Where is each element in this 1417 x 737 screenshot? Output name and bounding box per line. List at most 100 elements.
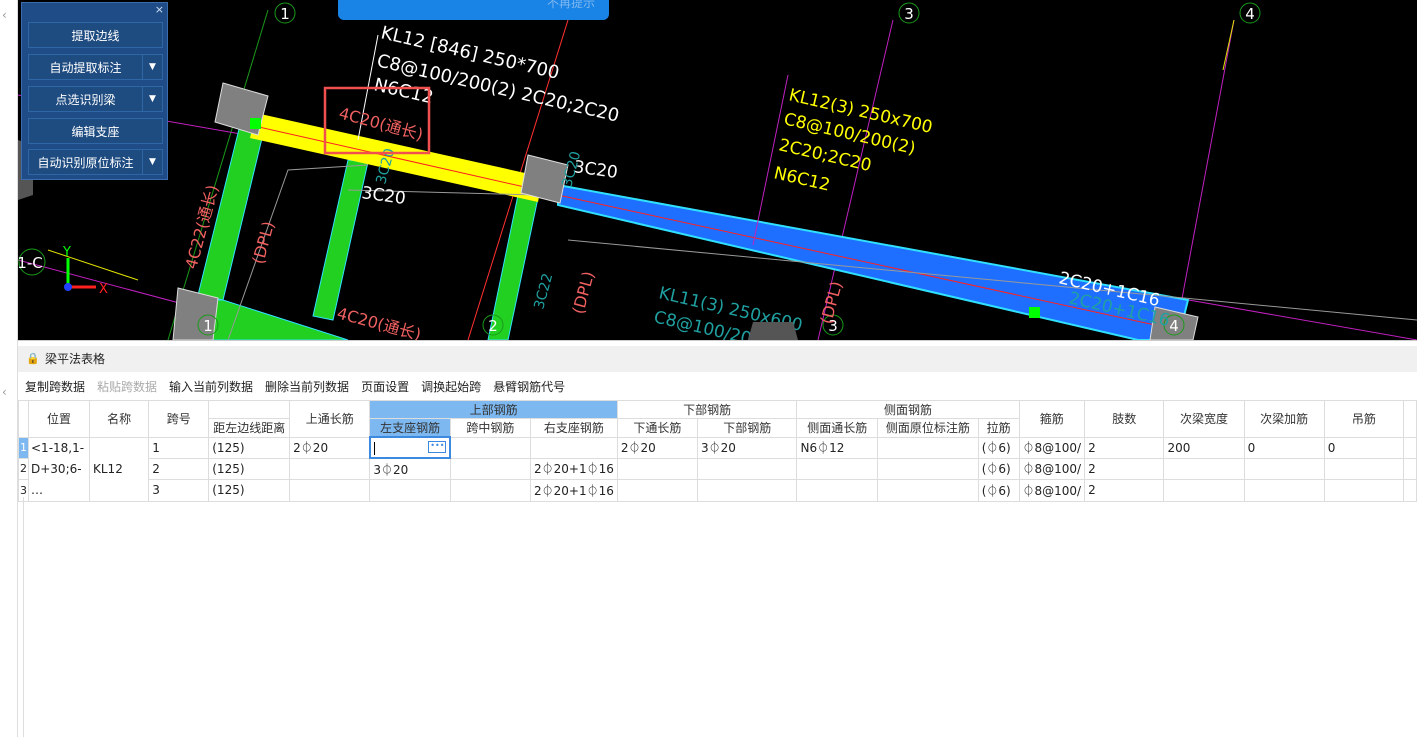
cell-secondary-width[interactable]: 200 [1163, 436, 1245, 459]
cad-drawing-canvas[interactable]: 1 3 4 1 2 3 4 1-C Y X KL12 [846] 250*700… [18, 0, 1417, 340]
axis-label: 4 [1169, 317, 1179, 335]
extract-edge-button[interactable]: 提取边线 [28, 22, 163, 48]
cell-side-orig[interactable] [877, 436, 979, 459]
pick-identify-beam-button[interactable]: 点选识别梁 ▼ [28, 86, 163, 112]
cell-legs[interactable]: 2 [1084, 436, 1165, 459]
cell-dist[interactable]: (125) [208, 457, 291, 481]
cell-top-cont[interactable] [289, 457, 371, 481]
axis-label: 1 [203, 317, 213, 335]
dropdown-arrow-icon[interactable]: ▼ [142, 87, 162, 111]
cell-bottom[interactable] [696, 457, 798, 481]
header-extra [1403, 400, 1417, 438]
cell-secondary-add[interactable] [1243, 479, 1325, 502]
row-number[interactable]: 3 [18, 479, 29, 502]
cell-mid[interactable] [449, 457, 531, 481]
cantilever-code-button[interactable]: 悬臂钢筋代号 [493, 378, 565, 395]
delete-column-data-button[interactable]: 删除当前列数据 [265, 378, 349, 395]
copy-span-data-button[interactable]: 复制跨数据 [25, 378, 85, 395]
cell-secondary-add[interactable]: 0 [1243, 436, 1325, 459]
vertical-scrollbar[interactable] [18, 497, 24, 737]
header-bottom: 下部钢筋 [696, 418, 798, 438]
input-column-data-button[interactable]: 输入当前列数据 [169, 378, 253, 395]
cell-tie[interactable]: (⏀6) [977, 457, 1020, 481]
cell-stirrup[interactable]: ⏀8@100/ [1018, 457, 1086, 481]
cell-bottom[interactable]: 3⏀20 [696, 436, 798, 459]
axis-label: 3 [904, 5, 914, 23]
cell-span[interactable]: 1 [148, 436, 210, 459]
cell-hanger[interactable] [1323, 479, 1405, 502]
paste-span-data-button[interactable]: 粘贴跨数据 [97, 378, 157, 395]
cell-stirrup[interactable]: ⏀8@100/ [1018, 479, 1086, 502]
cell-secondary-width[interactable] [1163, 479, 1245, 502]
cell-dist[interactable]: (125) [208, 436, 291, 459]
cell-secondary-add[interactable] [1243, 457, 1325, 481]
table-row: 1 <1-18,1-D+30;6-… KL12 1 (125) 2⏀20 •••… [18, 435, 1417, 502]
row-number[interactable]: 2 [18, 457, 29, 481]
axis-label: 4 [1245, 5, 1255, 23]
cell-legs[interactable]: 2 [1084, 457, 1165, 481]
table-row: 3 3 (125) 2⏀20+1⏀16 (⏀6) ⏀8@100/ 2 [18, 479, 1417, 502]
left-sidebar-strip: ‹ ‹ [0, 0, 18, 737]
axis-label: 2 [488, 317, 498, 335]
header-left-support: 左支座钢筋 [369, 418, 451, 438]
cell-bottom-cont[interactable] [616, 479, 699, 502]
axis-label: 1-C [18, 254, 43, 272]
cell-legs[interactable]: 2 [1084, 479, 1165, 502]
chevron-left-icon[interactable]: ‹ [2, 8, 7, 22]
cell-side-cont[interactable]: N6⏀12 [796, 436, 879, 459]
collapse-handle[interactable] [748, 322, 798, 340]
cell-right-support[interactable] [529, 436, 618, 459]
row-number[interactable]: 1 [18, 436, 29, 459]
cell-bottom-cont[interactable] [616, 457, 699, 481]
cell-tie[interactable]: (⏀6) [977, 479, 1020, 502]
cell-stirrup[interactable]: ⏀8@100/ [1018, 436, 1086, 459]
cell-top-cont[interactable] [289, 479, 371, 502]
close-icon[interactable]: × [155, 3, 164, 16]
cell-extra [1403, 479, 1417, 502]
cell-side-orig[interactable] [877, 479, 979, 502]
auto-extract-annotation-button[interactable]: 自动提取标注 ▼ [28, 54, 163, 80]
cell-span[interactable]: 3 [148, 479, 210, 502]
cell-hanger[interactable]: 0 [1323, 436, 1405, 459]
chevron-left-icon[interactable]: ‹ [2, 385, 7, 399]
auto-identify-in-situ-button[interactable]: 自动识别原位标注 ▼ [28, 149, 163, 175]
cell-dist[interactable]: (125) [208, 479, 291, 502]
cell-top-cont[interactable]: 2⏀20 [289, 436, 371, 459]
cell-secondary-width[interactable] [1163, 457, 1245, 481]
cell-left-support[interactable]: 3⏀20 [369, 457, 451, 481]
cell-bottom[interactable] [696, 479, 798, 502]
swap-start-span-button[interactable]: 调换起始跨 [421, 378, 481, 395]
cell-side-cont[interactable] [796, 479, 879, 502]
cell-span[interactable]: 2 [148, 457, 210, 481]
cell-tie[interactable]: (⏀6) [977, 436, 1020, 459]
corner-cell [18, 400, 29, 438]
cell-hanger[interactable] [1323, 457, 1405, 481]
axis-label: 1 [280, 5, 290, 23]
cell-mid[interactable] [449, 436, 531, 459]
rebar-annotation: (DPL) [817, 279, 847, 326]
cell-side-orig[interactable] [877, 457, 979, 481]
dropdown-arrow-icon[interactable]: ▼ [142, 150, 162, 174]
cell-side-cont[interactable] [796, 457, 879, 481]
cell-left-support-editing[interactable]: ••• [368, 435, 452, 460]
panel-title-bar[interactable]: 🔒 梁平法表格 [18, 346, 1417, 372]
header-mid: 跨中钢筋 [449, 418, 531, 438]
cell-name[interactable]: KL12 [88, 436, 150, 502]
cell-right-support[interactable]: 2⏀20+1⏀16 [529, 479, 618, 502]
page-settings-button[interactable]: 页面设置 [361, 378, 409, 395]
cell-right-support[interactable]: 2⏀20+1⏀16 [529, 457, 618, 481]
notification-toast[interactable]: 不再提示 [338, 0, 609, 20]
cell-extra [1403, 436, 1417, 459]
header-top-cont: 上通长筋 [289, 400, 371, 438]
beam-data-table: 位置 名称 跨号 上通长筋 上部钢筋 下部钢筋 侧面钢筋 箍筋 肢数 次梁宽度 … [18, 400, 1417, 502]
dropdown-arrow-icon[interactable]: ▼ [142, 55, 162, 79]
lock-icon[interactable]: 🔒 [26, 346, 40, 372]
cell-left-support[interactable] [369, 479, 451, 502]
beam-table-panel: 🔒 梁平法表格 复制跨数据 粘贴跨数据 输入当前列数据 删除当前列数据 页面设置 … [18, 340, 1417, 737]
edit-support-button[interactable]: 编辑支座 [28, 118, 163, 144]
cell-position[interactable]: <1-18,1-D+30;6-… [28, 436, 90, 502]
cell-bottom-cont[interactable]: 2⏀20 [616, 436, 699, 459]
toast-text: 不再提示 [546, 0, 595, 10]
cell-mid[interactable] [449, 479, 531, 502]
ellipsis-button[interactable]: ••• [428, 441, 447, 453]
